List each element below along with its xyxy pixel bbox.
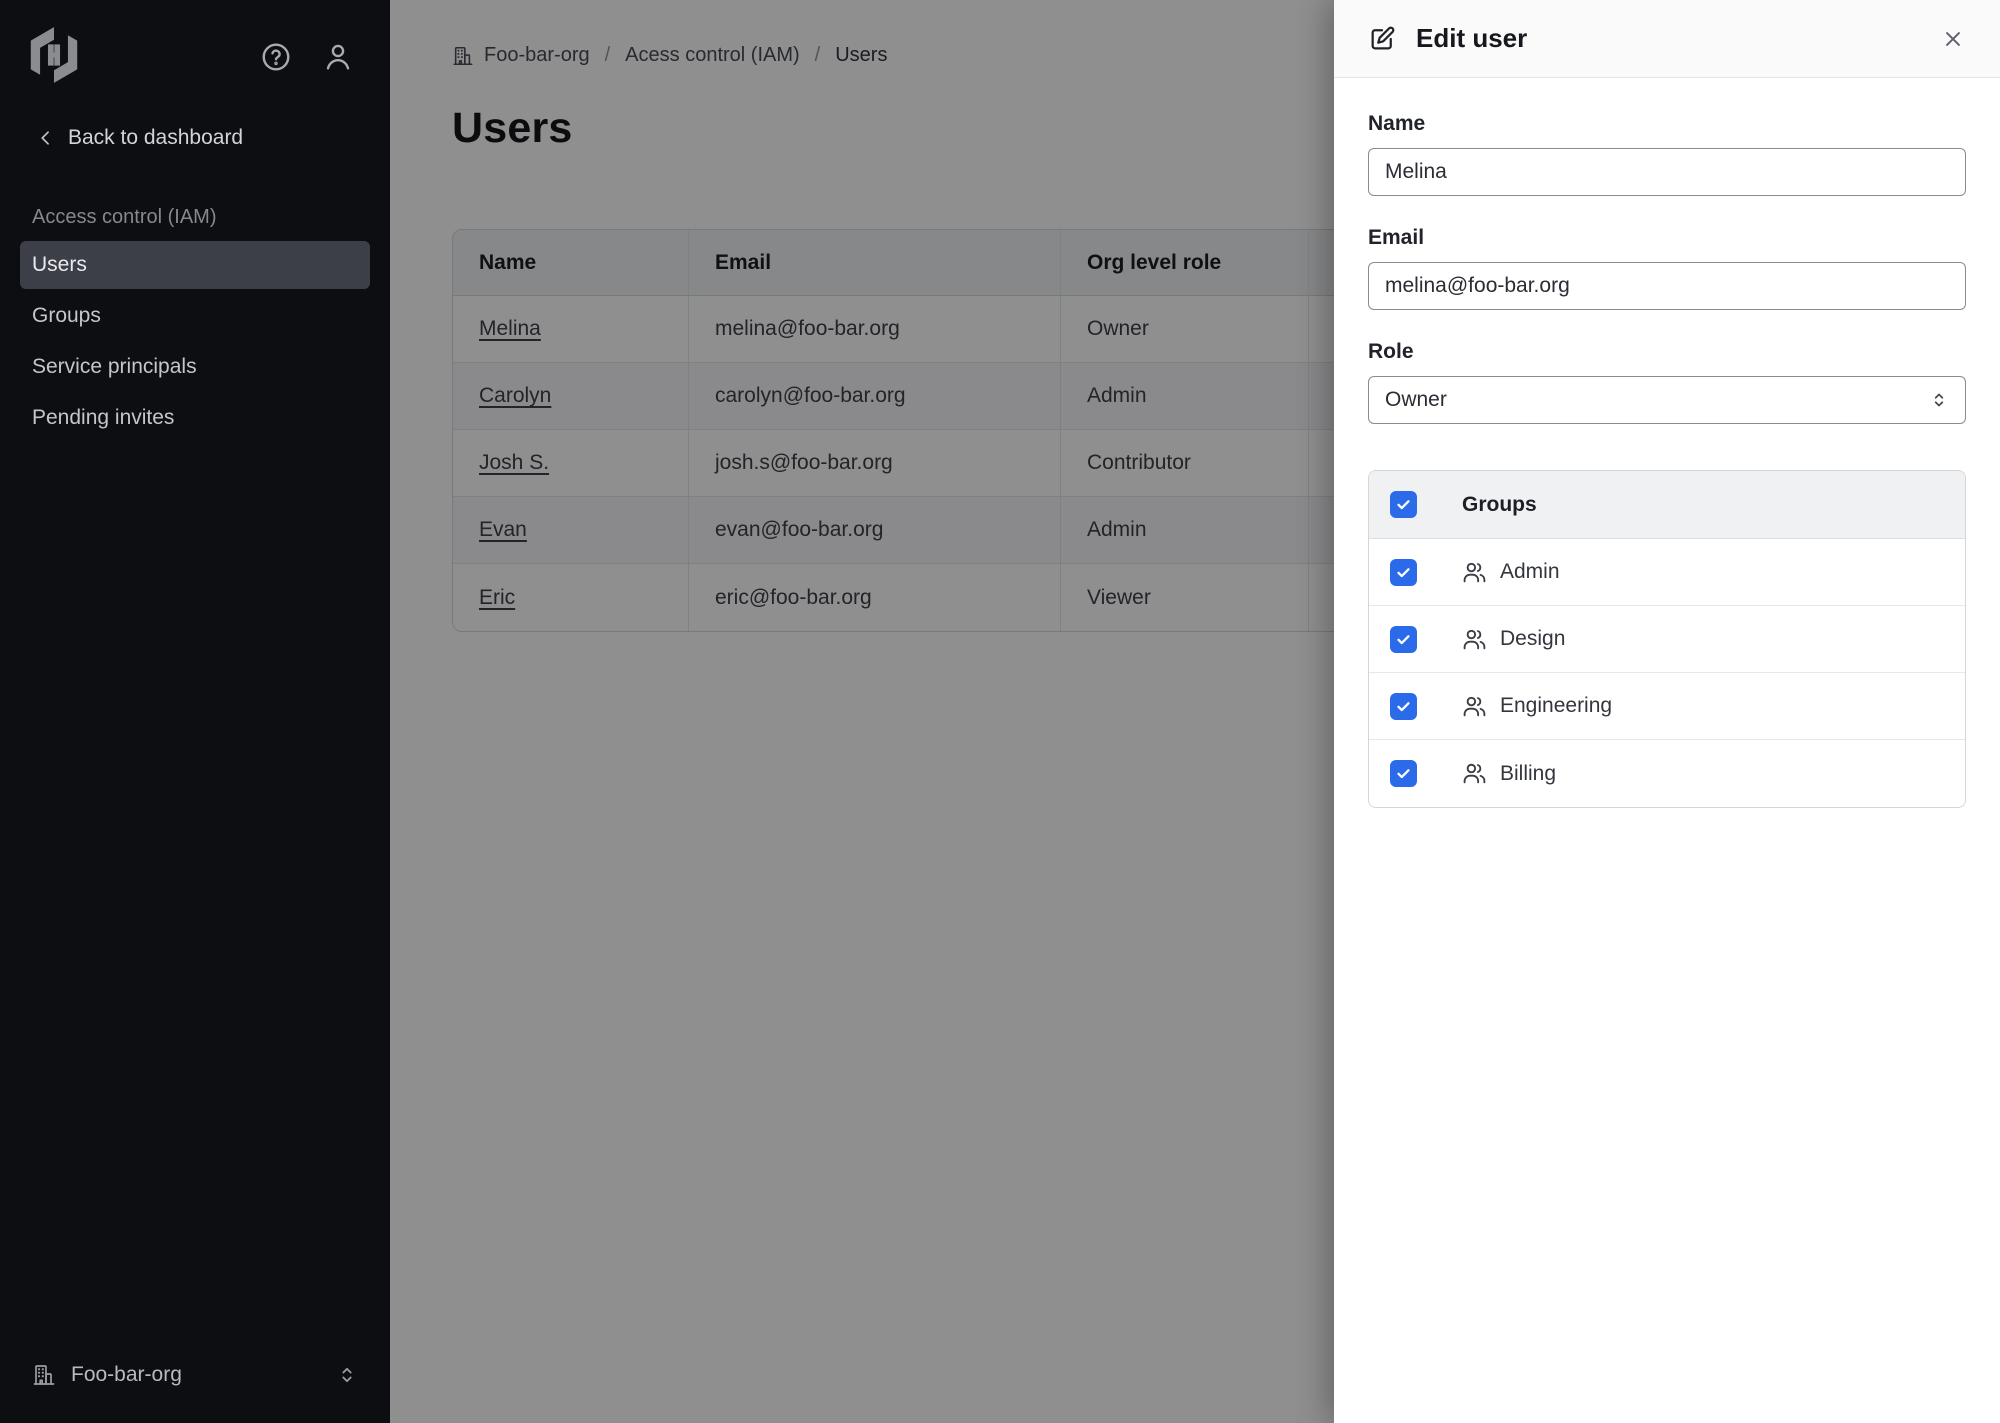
sidebar-item-label: Users	[32, 253, 87, 277]
group-label: Billing	[1500, 762, 1556, 786]
chevron-up-down-icon	[1929, 390, 1949, 410]
edit-user-drawer: Edit user Name Email Role Owner	[1334, 0, 2000, 1423]
edit-icon	[1368, 25, 1396, 53]
group-row-billing: Billing	[1369, 740, 1965, 807]
role-select[interactable]: Owner	[1368, 376, 1966, 424]
check-icon	[1395, 564, 1412, 581]
role-label: Role	[1368, 340, 1966, 364]
group-checkbox-admin[interactable]	[1390, 559, 1417, 586]
sidebar-item-pending-invites[interactable]: Pending invites	[20, 394, 370, 442]
group-checkbox-design[interactable]	[1390, 626, 1417, 653]
check-icon	[1395, 698, 1412, 715]
groups-card: Groups Admin	[1368, 470, 1966, 808]
group-label: Admin	[1500, 560, 1560, 584]
name-label: Name	[1368, 112, 1966, 136]
check-icon	[1395, 765, 1412, 782]
groups-header-label: Groups	[1462, 493, 1537, 517]
drawer-title: Edit user	[1416, 23, 1527, 54]
sidebar: Back to dashboard Access control (IAM) U…	[0, 0, 390, 1423]
help-icon	[260, 41, 292, 73]
back-to-dashboard-link[interactable]: Back to dashboard	[36, 126, 243, 150]
name-input[interactable]	[1368, 148, 1966, 196]
person-icon	[322, 41, 354, 73]
check-icon	[1395, 496, 1412, 513]
chevron-up-down-icon	[336, 1364, 358, 1386]
group-label: Engineering	[1500, 694, 1612, 718]
groups-select-all-checkbox[interactable]	[1390, 491, 1417, 518]
help-button[interactable]	[260, 41, 292, 73]
users-icon	[1462, 627, 1487, 652]
sidebar-item-label: Service principals	[32, 355, 197, 379]
close-button[interactable]	[1936, 22, 1970, 56]
sidebar-nav: Users Groups Service principals Pending …	[20, 241, 370, 442]
sidebar-section-label: Access control (IAM)	[32, 206, 390, 229]
building-icon	[32, 1363, 56, 1387]
drawer-header: Edit user	[1334, 0, 2000, 78]
email-label: Email	[1368, 226, 1966, 250]
org-switcher-label: Foo-bar-org	[71, 1363, 321, 1387]
group-checkbox-engineering[interactable]	[1390, 693, 1417, 720]
users-icon	[1462, 560, 1487, 585]
app-root: Back to dashboard Access control (IAM) U…	[0, 0, 2000, 1423]
sidebar-item-label: Pending invites	[32, 406, 174, 430]
groups-card-header: Groups	[1369, 471, 1965, 539]
role-select-value: Owner	[1385, 388, 1447, 412]
group-checkbox-billing[interactable]	[1390, 760, 1417, 787]
email-input[interactable]	[1368, 262, 1966, 310]
sidebar-top-icons	[260, 41, 354, 73]
sidebar-item-service-principals[interactable]: Service principals	[20, 343, 370, 391]
group-row-engineering: Engineering	[1369, 673, 1965, 740]
account-button[interactable]	[322, 41, 354, 73]
sidebar-item-users[interactable]: Users	[20, 241, 370, 289]
back-to-dashboard-label: Back to dashboard	[68, 126, 243, 150]
sidebar-top	[0, 0, 390, 84]
users-icon	[1462, 761, 1487, 786]
group-row-admin: Admin	[1369, 539, 1965, 606]
users-icon	[1462, 694, 1487, 719]
check-icon	[1395, 631, 1412, 648]
org-switcher[interactable]: Foo-bar-org	[20, 1349, 370, 1401]
sidebar-item-groups[interactable]: Groups	[20, 292, 370, 340]
sidebar-item-label: Groups	[32, 304, 101, 328]
group-row-design: Design	[1369, 606, 1965, 673]
hashicorp-logo	[28, 26, 80, 84]
drawer-body: Name Email Role Owner Groups	[1334, 78, 2000, 842]
chevron-left-icon	[36, 128, 56, 148]
close-icon	[1942, 28, 1964, 50]
group-label: Design	[1500, 627, 1565, 651]
